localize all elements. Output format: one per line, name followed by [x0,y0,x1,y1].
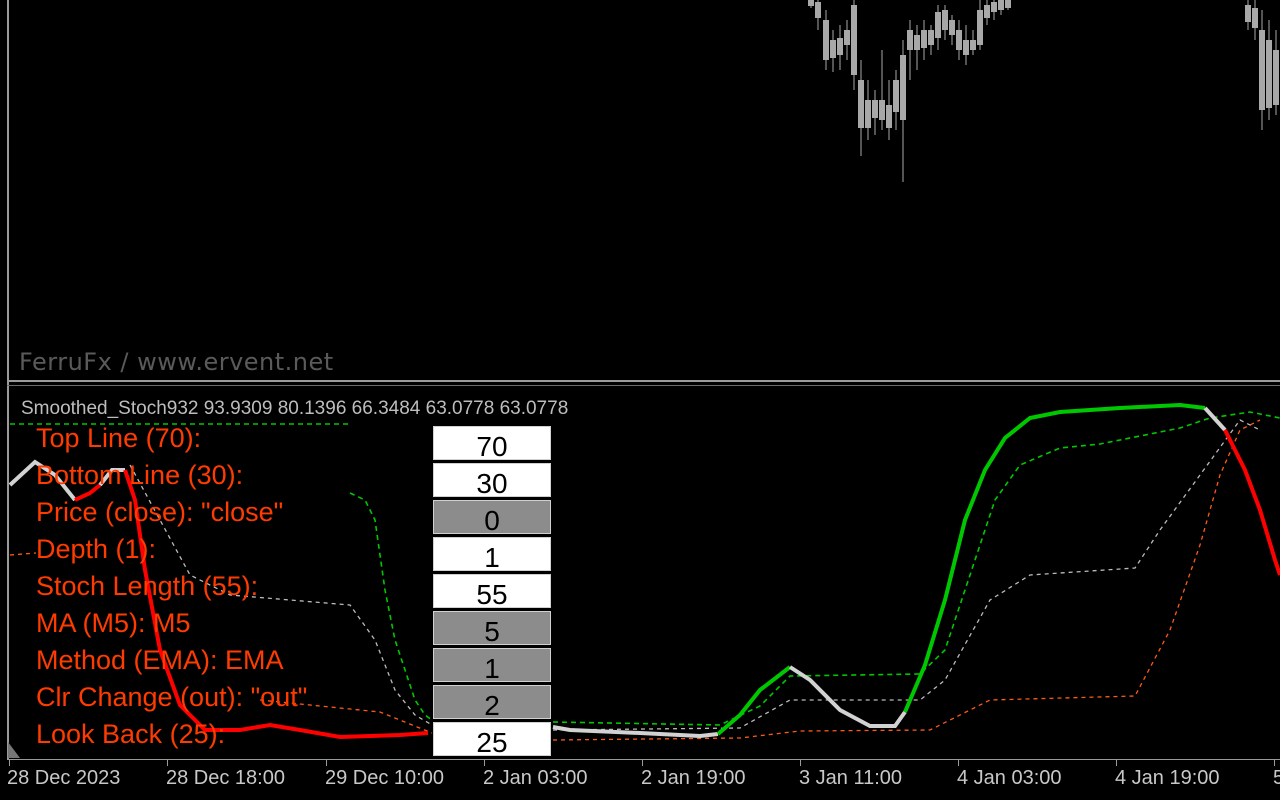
time-tick [326,760,327,766]
time-tick [958,760,959,766]
param-input-method[interactable]: 1 [433,648,551,684]
param-label-price: Price (close): "close" [36,497,284,527]
time-tick [167,760,168,766]
param-label-depth: Depth (1): [36,534,157,564]
param-label-bottom-line: Bottom Line (30): [36,460,244,490]
time-label: 28 Dec 2023 [7,767,121,789]
time-tick [800,760,801,766]
time-label: 29 Dec 10:00 [325,767,444,789]
time-label: 28 Dec 18:00 [166,767,285,789]
param-label-ma: MA (M5): M5 [36,608,191,638]
time-tick [1274,760,1275,766]
signal-line-green [10,411,1280,726]
time-label: 2 Jan 19:00 [641,767,746,789]
time-tick [9,760,10,766]
param-label-top-line: Top Line (70): [36,423,202,453]
time-label: 3 Jan 11:00 [799,767,903,789]
param-label-look-back: Look Back (25): [36,719,226,749]
param-input-price[interactable]: 0 [433,500,551,536]
time-tick [1116,760,1117,766]
scroll-corner-triangle [8,742,20,758]
param-input-ma[interactable]: 5 [433,611,551,647]
time-label: 2 Jan 03:00 [483,767,588,789]
param-input-clr-change[interactable]: 2 [433,685,551,721]
param-label-clr-change: Clr Change (out): "out" [36,682,308,712]
time-tick [484,760,485,766]
time-label: 4 Jan 19:00 [1115,767,1220,789]
param-input-look-back[interactable]: 25 [433,722,551,758]
chart-window[interactable]: FerruFx / www.ervent.net Smoothed_Stoch9… [0,0,1280,800]
param-label-method: Method (EMA): EMA [36,645,284,675]
param-input-top-line[interactable]: 70 [433,426,551,462]
time-label: 4 Jan 03:00 [957,767,1062,789]
param-input-depth[interactable]: 1 [433,537,551,573]
param-input-stoch-length[interactable]: 55 [433,574,551,610]
indicator-title: Smoothed_Stoch932 93.9309 80.1396 66.348… [21,398,569,419]
param-input-bottom-line[interactable]: 30 [433,463,551,499]
time-label: 5 [1273,767,1280,789]
time-tick [642,760,643,766]
param-label-stoch-length: Stoch Length (55): [36,571,259,601]
